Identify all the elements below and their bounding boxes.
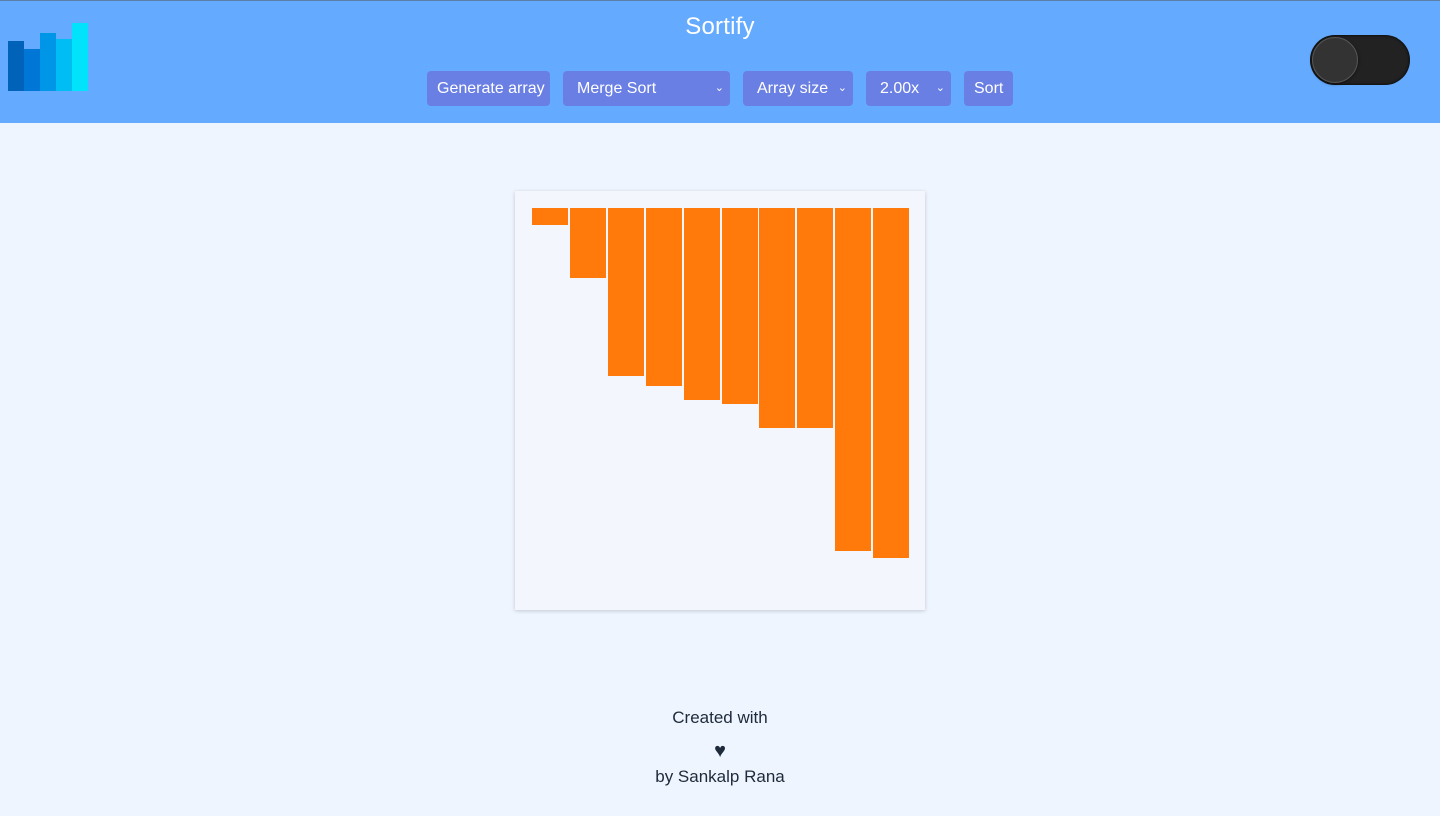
- speed-select-value: 2.00x: [880, 80, 920, 97]
- chevron-down-icon: ⌄: [837, 82, 847, 94]
- logo-bar: [40, 33, 56, 91]
- chevron-down-icon: ⌄: [935, 82, 945, 94]
- array-size-select-value: Array size: [757, 80, 829, 97]
- array-bar: [759, 208, 795, 428]
- generate-array-button[interactable]: Generate array: [427, 71, 550, 106]
- chevron-down-icon: ⌄: [714, 82, 724, 94]
- array-bar: [646, 208, 682, 386]
- algorithm-select-value: Merge Sort: [577, 80, 657, 97]
- toggle-knob: [1312, 37, 1358, 83]
- array-bar: [684, 208, 720, 400]
- theme-toggle[interactable]: [1310, 35, 1410, 85]
- algorithm-select[interactable]: Merge Sort ⌄: [563, 71, 730, 106]
- array-bar: [570, 208, 606, 278]
- logo-bar: [56, 39, 72, 91]
- array-bar: [532, 208, 568, 225]
- array-bars: [532, 208, 909, 593]
- array-bar: [797, 208, 833, 428]
- logo-bar: [8, 41, 24, 91]
- sort-button[interactable]: Sort: [964, 71, 1013, 106]
- heart-icon: ♥: [714, 740, 726, 762]
- footer-author: by Sankalp Rana: [655, 767, 785, 786]
- speed-select[interactable]: 2.00x ⌄: [866, 71, 951, 106]
- app-title: Sortify: [685, 13, 755, 40]
- logo-bar: [24, 49, 40, 91]
- array-bar: [835, 208, 871, 551]
- array-bar: [722, 208, 758, 404]
- array-bar: [873, 208, 909, 558]
- visualizer-panel: [515, 191, 925, 610]
- array-bar: [608, 208, 644, 376]
- top-bar: Sortify Generate array Merge Sort ⌄ Arra…: [0, 0, 1440, 123]
- footer-credit: Created with: [672, 708, 768, 727]
- array-size-select[interactable]: Array size ⌄: [743, 71, 853, 106]
